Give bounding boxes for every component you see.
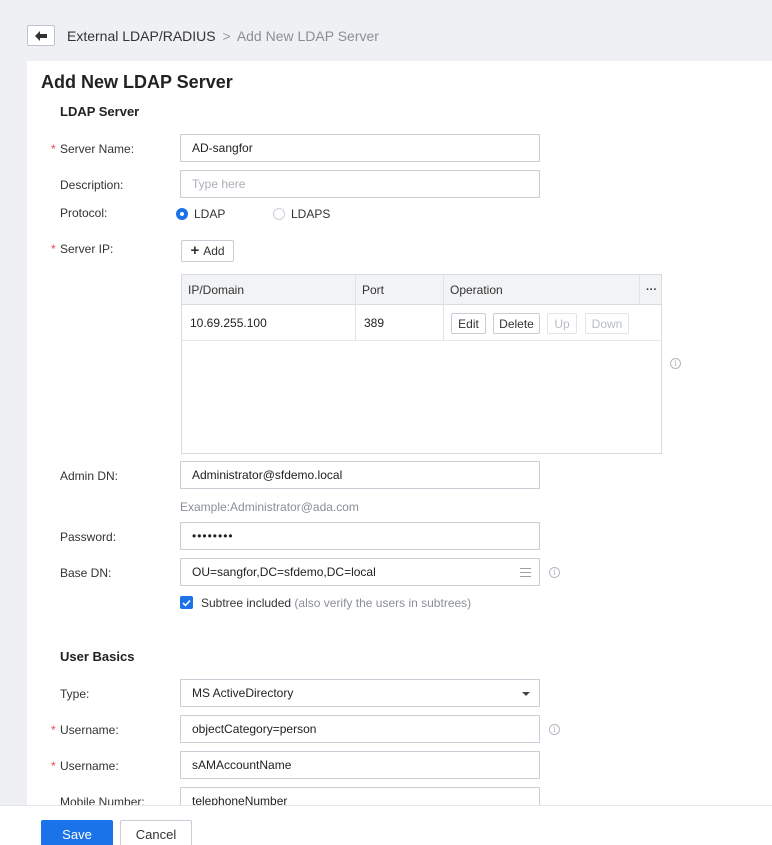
breadcrumb-separator: >	[222, 28, 231, 44]
top-bar: External LDAP/RADIUS > Add New LDAP Serv…	[0, 0, 772, 61]
required-marker: *	[51, 723, 56, 737]
cell-port: 389	[364, 316, 385, 330]
page-title: Add New LDAP Server	[41, 72, 233, 92]
admin-dn-label: Admin DN:	[60, 469, 119, 483]
breadcrumb-current: Add New LDAP Server	[236, 28, 379, 44]
table-row: 10.69.255.100 389 Edit Delete Up Down	[182, 305, 661, 341]
list-icon[interactable]	[520, 568, 531, 577]
column-header-ip-domain: IP/Domain	[188, 283, 245, 297]
radio-selected-icon	[176, 208, 188, 220]
form-scroll-area[interactable]: Add New LDAP Server LDAP Server * Server…	[27, 61, 772, 805]
caret-down-icon	[522, 692, 530, 696]
base-dn-value: OU=sangfor,DC=sfdemo,DC=local	[192, 565, 376, 579]
column-header-port: Port	[362, 283, 385, 297]
checkmark-icon	[182, 599, 191, 607]
server-ip-label: Server IP:	[60, 242, 114, 256]
breadcrumb: External LDAP/RADIUS > Add New LDAP Serv…	[67, 28, 379, 44]
admin-dn-input[interactable]: Administrator@sfdemo.local	[180, 461, 540, 489]
protocol-radio-ldap[interactable]: LDAP	[176, 207, 225, 221]
column-divider	[443, 305, 444, 340]
table-header: IP/Domain Port Operation ···	[182, 275, 661, 305]
subtree-label-text: Subtree included	[201, 596, 292, 610]
required-marker: *	[51, 242, 56, 256]
info-icon[interactable]: i	[549, 567, 560, 578]
password-label: Password:	[60, 530, 117, 544]
username-attribute-input[interactable]: sAMAccountName	[180, 751, 540, 779]
username-filter-label: Username:	[60, 723, 119, 737]
server-ip-table: IP/Domain Port Operation ··· 10.69.255.1…	[181, 274, 662, 454]
base-dn-label: Base DN:	[60, 566, 112, 580]
more-columns-icon[interactable]: ···	[640, 275, 657, 305]
breadcrumb-parent-link[interactable]: External LDAP/RADIUS	[67, 28, 216, 44]
add-server-ip-button[interactable]: + Add	[181, 240, 234, 262]
server-name-label: Server Name:	[60, 142, 135, 156]
required-marker: *	[51, 142, 56, 156]
cell-ip-domain: 10.69.255.100	[190, 316, 267, 330]
protocol-option-ldaps-label: LDAPS	[291, 207, 331, 221]
section-title-user-basics: User Basics	[60, 649, 135, 664]
edit-button[interactable]: Edit	[451, 313, 486, 334]
type-select-value: MS ActiveDirectory	[192, 686, 294, 700]
base-dn-input[interactable]: OU=sangfor,DC=sfdemo,DC=local	[180, 558, 540, 586]
subtree-note: (also verify the users in subtrees)	[294, 596, 472, 610]
info-icon[interactable]: i	[670, 358, 681, 369]
move-down-button[interactable]: Down	[585, 313, 629, 334]
section-title-ldap-server: LDAP Server	[60, 104, 140, 119]
cancel-button[interactable]: Cancel	[120, 820, 192, 845]
server-name-input[interactable]: AD-sangfor	[180, 134, 540, 162]
info-icon[interactable]: i	[549, 724, 560, 735]
footer-bar: Save Cancel	[0, 805, 772, 845]
protocol-radio-ldaps[interactable]: LDAPS	[273, 207, 330, 221]
description-input[interactable]: Type here	[180, 170, 540, 198]
delete-button[interactable]: Delete	[493, 313, 540, 334]
subtree-label: Subtree included (also verify the users …	[201, 596, 471, 610]
type-label: Type:	[60, 687, 90, 701]
username-attribute-label: Username:	[60, 759, 119, 773]
admin-dn-hint: Example:Administrator@ada.com	[180, 500, 359, 514]
mobile-number-label: Mobile Number:	[60, 795, 145, 805]
protocol-option-ldap-label: LDAP	[194, 207, 226, 221]
description-label: Description:	[60, 178, 124, 192]
arrow-left-icon	[35, 30, 47, 41]
radio-unselected-icon	[273, 208, 285, 220]
password-input[interactable]: ••••••••	[180, 522, 540, 550]
mobile-number-input[interactable]: telephoneNumber	[180, 787, 540, 805]
plus-icon: +	[190, 242, 200, 259]
subtree-checkbox[interactable]	[180, 596, 193, 609]
back-button[interactable]	[27, 25, 55, 46]
type-select[interactable]: MS ActiveDirectory	[180, 679, 540, 707]
move-up-button[interactable]: Up	[547, 313, 577, 334]
save-button[interactable]: Save	[41, 820, 113, 845]
protocol-label: Protocol:	[60, 206, 108, 220]
form-panel: Add New LDAP Server LDAP Server * Server…	[27, 61, 772, 845]
username-filter-input[interactable]: objectCategory=person	[180, 715, 540, 743]
required-marker: *	[51, 759, 56, 773]
column-header-operation: Operation	[450, 283, 503, 297]
add-button-label: Add	[203, 244, 225, 258]
